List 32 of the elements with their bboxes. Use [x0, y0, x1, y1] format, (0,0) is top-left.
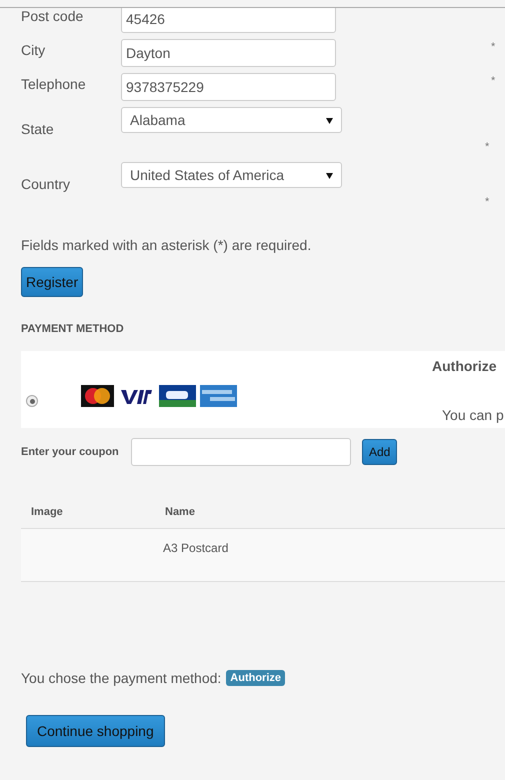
field-label: Country — [21, 175, 72, 192]
text-field[interactable]: 9378375229 — [121, 73, 336, 101]
coupon-label: Enter your coupon — [21, 446, 120, 458]
method-badge: Authorize — [226, 670, 286, 686]
field-label: Post code — [21, 8, 84, 24]
coupon-field[interactable] — [131, 438, 351, 466]
required-asterisk: * — [484, 195, 490, 208]
section-heading: PAYMENT METHOD — [21, 323, 125, 335]
register-button[interactable]: Register — [21, 267, 84, 297]
amex-logo-icon — [200, 385, 237, 407]
table-cell: A3 Postcard — [155, 528, 505, 582]
required-asterisk: * — [490, 40, 496, 53]
mastercard-logo-icon — [81, 385, 114, 407]
dropdown-caret-icon — [326, 116, 333, 124]
required-asterisk: * — [484, 140, 490, 153]
continue-shopping-button[interactable]: Continue shopping — [26, 715, 165, 747]
add-button[interactable]: Add — [362, 439, 398, 465]
chosen-method-text: You chose the payment method: — [21, 670, 222, 686]
field-label: State — [21, 120, 55, 137]
text-field[interactable]: 45426 — [121, 8, 336, 33]
method-description: You can p — [442, 407, 504, 423]
required-note: Fields marked with an asterisk (*) are required. — [21, 237, 312, 253]
cb-logo-icon — [159, 385, 196, 407]
text-field[interactable]: Dayton — [121, 39, 336, 67]
field-label: Telephone — [21, 75, 87, 92]
radio-button[interactable] — [26, 395, 38, 407]
field-label: City — [21, 41, 46, 58]
dropdown[interactable]: United States of America — [121, 162, 342, 188]
dropdown[interactable]: Alabama — [121, 107, 342, 133]
method-name: Authorize — [432, 358, 497, 374]
dropdown-caret-icon — [326, 172, 333, 178]
required-asterisk: * — [490, 74, 496, 87]
